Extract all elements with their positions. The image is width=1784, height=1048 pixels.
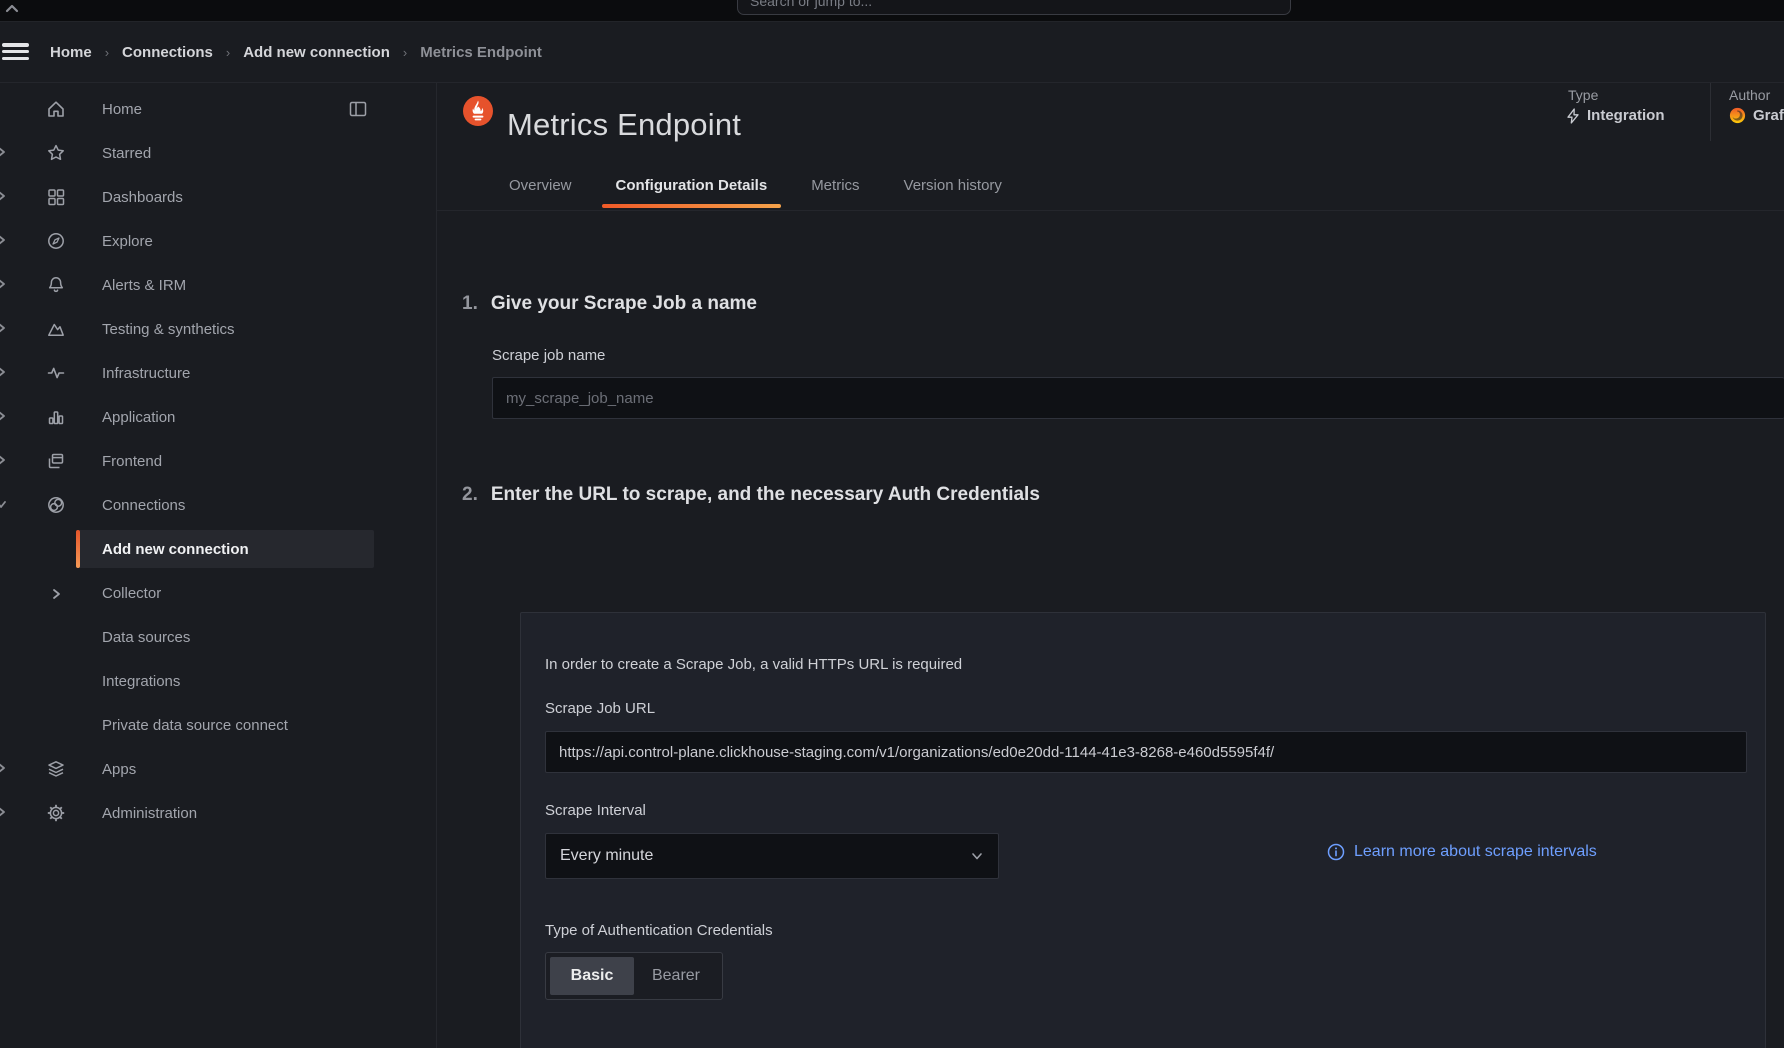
scrape-job-url-input[interactable] — [545, 731, 1747, 773]
nav-sidebar: Home Starred Dashboards — [0, 83, 437, 1048]
sidebar-item-alerts-irm[interactable]: Alerts & IRM — [0, 263, 436, 307]
prometheus-icon — [463, 96, 493, 126]
pulse-icon — [46, 363, 66, 383]
sidebar-item-dashboards[interactable]: Dashboards — [0, 175, 436, 219]
grafana-logo-icon — [1729, 107, 1746, 124]
compass-icon — [46, 231, 66, 251]
sidebar-item-frontend[interactable]: Frontend — [0, 439, 436, 483]
rings-icon — [46, 495, 66, 515]
sidebar-subitem-row: Collector — [0, 571, 436, 615]
sidebar-subitem-row: Data sources — [0, 615, 436, 659]
chevron-right-icon[interactable] — [0, 146, 7, 158]
https-required-note: In order to create a Scrape Job, a valid… — [545, 656, 962, 673]
search-placeholder: Search or jump to... — [750, 0, 872, 12]
sidebar-item-apps[interactable]: Apps — [0, 747, 436, 791]
sidebar-item-integrations[interactable]: Integrations — [76, 662, 374, 700]
sidebar-subitem-row: Integrations — [0, 659, 436, 703]
chevron-down-icon — [970, 849, 984, 863]
breadcrumb-add-new-connection[interactable]: Add new connection — [243, 44, 390, 61]
sidebar-item-data-sources[interactable]: Data sources — [76, 618, 374, 656]
chevron-right-icon[interactable] — [0, 410, 7, 422]
chevron-right-icon[interactable] — [0, 190, 7, 202]
chevron-right-icon[interactable] — [0, 234, 7, 246]
breadcrumb-current-page: Metrics Endpoint — [420, 44, 542, 61]
breadcrumb-home[interactable]: Home — [50, 44, 92, 61]
type-label: Type — [1568, 87, 1598, 103]
step2-heading: 2. Enter the URL to scrape, and the nece… — [462, 484, 1040, 506]
auth-credentials-type-label: Type of Authentication Credentials — [545, 922, 773, 939]
info-icon — [1327, 843, 1345, 861]
page-title: Metrics Endpoint — [507, 107, 741, 143]
auth-type-segmented-control: Basic Bearer — [545, 952, 723, 1000]
scrape-job-url-label: Scrape Job URL — [545, 700, 655, 717]
sidebar-item-infrastructure[interactable]: Infrastructure — [0, 351, 436, 395]
tab-metrics[interactable]: Metrics — [797, 160, 873, 210]
breadcrumb-separator: › — [403, 45, 407, 60]
tab-configuration-details[interactable]: Configuration Details — [602, 160, 782, 210]
top-strip: Search or jump to... — [0, 0, 1784, 22]
sidebar-item-home[interactable]: Home — [0, 87, 436, 131]
windows-icon — [46, 451, 66, 471]
chevron-right-icon[interactable] — [50, 588, 62, 600]
bell-icon — [46, 275, 66, 295]
scrape-interval-label: Scrape Interval — [545, 802, 646, 819]
sidebar-item-add-new-connection[interactable]: Add new connection — [76, 530, 374, 568]
mountain-icon — [46, 319, 66, 339]
author-label: Author — [1729, 87, 1770, 103]
tab-overview[interactable]: Overview — [495, 160, 586, 210]
star-icon — [46, 143, 66, 163]
scrape-interval-select[interactable]: Every minute — [545, 833, 999, 879]
sidebar-item-explore[interactable]: Explore — [0, 219, 436, 263]
scrape-config-panel: In order to create a Scrape Job, a valid… — [520, 612, 1766, 1048]
scrape-job-name-input[interactable] — [492, 377, 1784, 419]
home-icon — [46, 99, 66, 119]
breadcrumb-connections[interactable]: Connections — [122, 44, 213, 61]
sidebar-item-starred[interactable]: Starred — [0, 131, 436, 175]
sidebar-item-private-data-source-connect[interactable]: Private data source connect — [76, 706, 374, 744]
sidebar-item-testing-synthetics[interactable]: Testing & synthetics — [0, 307, 436, 351]
chevron-right-icon[interactable] — [0, 806, 7, 818]
breadcrumb: Home › Connections › Add new connection … — [50, 44, 542, 61]
auth-basic-button[interactable]: Basic — [550, 957, 634, 995]
type-value: Integration — [1566, 107, 1665, 124]
learn-more-scrape-intervals-link[interactable]: Learn more about scrape intervals — [1327, 843, 1597, 861]
chevron-right-icon[interactable] — [0, 762, 7, 774]
breadcrumb-separator: › — [105, 45, 109, 60]
scrape-job-name-label: Scrape job name — [492, 347, 605, 364]
grafana-app: Search or jump to... Home › Connections … — [0, 0, 1784, 1048]
sidebar-subitem-row: Add new connection — [0, 527, 436, 571]
sidebar-item-collector[interactable]: Collector — [76, 574, 374, 612]
tab-version-history[interactable]: Version history — [890, 160, 1016, 210]
author-value: Grafana — [1729, 107, 1784, 124]
chevron-right-icon[interactable] — [0, 322, 7, 334]
lightning-bolt-icon — [1566, 108, 1580, 124]
sidebar-item-application[interactable]: Application — [0, 395, 436, 439]
tab-bar: Overview Configuration Details Metrics V… — [495, 160, 1016, 210]
dashboards-grid-icon — [46, 187, 66, 207]
sidebar-item-administration[interactable]: Administration — [0, 791, 436, 835]
breadcrumb-separator: › — [226, 45, 230, 60]
divider — [437, 210, 1784, 211]
chevron-right-icon[interactable] — [0, 454, 7, 466]
bar-chart-icon — [46, 407, 66, 427]
dock-menu-icon[interactable] — [348, 99, 368, 119]
main-content: Metrics Endpoint Type Integration Author — [437, 83, 1784, 1048]
sidebar-item-connections[interactable]: Connections — [0, 483, 436, 527]
divider — [1710, 83, 1711, 141]
chevron-up-icon[interactable] — [4, 1, 20, 17]
layers-icon — [46, 759, 66, 779]
step1-heading: 1. Give your Scrape Job a name — [462, 293, 757, 315]
gear-icon — [46, 803, 66, 823]
chevron-right-icon[interactable] — [0, 366, 7, 378]
chevron-down-icon[interactable] — [0, 498, 7, 510]
sidebar-subitem-row: Private data source connect — [0, 703, 436, 747]
breadcrumb-bar: Home › Connections › Add new connection … — [0, 22, 1784, 83]
search-input[interactable]: Search or jump to... — [737, 0, 1291, 15]
auth-bearer-button[interactable]: Bearer — [634, 957, 718, 995]
hamburger-menu-icon[interactable] — [2, 40, 29, 64]
chevron-right-icon[interactable] — [0, 278, 7, 290]
